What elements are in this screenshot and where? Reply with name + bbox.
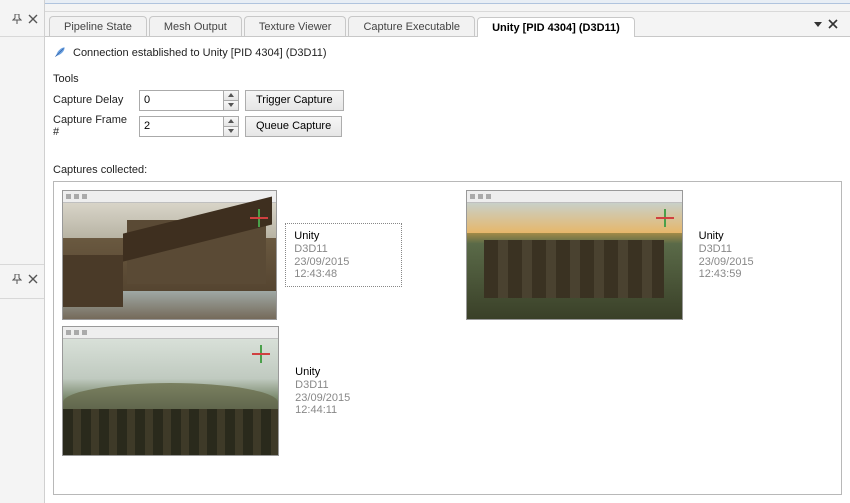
- tab-pipeline-state[interactable]: Pipeline State: [49, 16, 147, 36]
- spinner-up-icon[interactable]: [224, 91, 238, 100]
- capture-item[interactable]: Unity D3D11 23/09/2015 12:43:59: [466, 190, 806, 320]
- capture-name: Unity: [699, 230, 798, 242]
- capture-timestamp: 23/09/2015 12:44:11: [295, 392, 394, 416]
- capture-delay-input[interactable]: [140, 91, 223, 110]
- capture-frame-label: Capture Frame #: [53, 114, 133, 138]
- close-icon[interactable]: [26, 12, 40, 26]
- capture-thumbnail: [62, 326, 279, 456]
- tools-section-label: Tools: [53, 73, 842, 85]
- capture-meta: Unity D3D11 23/09/2015 12:44:11: [287, 360, 402, 422]
- capture-delay-stepper[interactable]: [139, 90, 239, 111]
- captures-list[interactable]: Unity D3D11 23/09/2015 12:43:48 Unity D: [53, 181, 842, 495]
- capture-frame-input[interactable]: [140, 117, 223, 136]
- tab-menu-dropdown-icon[interactable]: [814, 22, 822, 27]
- capture-name: Unity: [294, 230, 393, 242]
- pin-icon[interactable]: [10, 12, 24, 26]
- capture-timestamp: 23/09/2015 12:43:48: [294, 256, 393, 280]
- capture-meta: Unity D3D11 23/09/2015 12:43:48: [285, 223, 402, 287]
- tab-mesh-output[interactable]: Mesh Output: [149, 16, 242, 36]
- tab-texture-viewer[interactable]: Texture Viewer: [244, 16, 347, 36]
- close-tab-icon[interactable]: [826, 17, 840, 31]
- capture-name: Unity: [295, 366, 394, 378]
- captures-collected-label: Captures collected:: [53, 164, 842, 176]
- queue-capture-button[interactable]: Queue Capture: [245, 116, 342, 137]
- tab-bar: Pipeline State Mesh Output Texture Viewe…: [45, 12, 850, 36]
- capture-timestamp: 23/09/2015 12:43:59: [699, 256, 798, 280]
- capture-meta: Unity D3D11 23/09/2015 12:43:59: [691, 224, 806, 286]
- spinner-up-icon[interactable]: [224, 117, 238, 126]
- spinner-down-icon[interactable]: [224, 100, 238, 110]
- capture-item[interactable]: Unity D3D11 23/09/2015 12:44:11: [62, 326, 402, 456]
- connection-status-row: Connection established to Unity [PID 430…: [53, 43, 842, 63]
- capture-thumbnail: [466, 190, 683, 320]
- capture-api: D3D11: [699, 243, 798, 255]
- pin-icon[interactable]: [10, 272, 24, 286]
- trigger-capture-button[interactable]: Trigger Capture: [245, 90, 344, 111]
- capture-item[interactable]: Unity D3D11 23/09/2015 12:43:48: [62, 190, 402, 320]
- toolbar-spacer: [45, 4, 850, 12]
- capture-api: D3D11: [294, 243, 393, 255]
- spinner-down-icon[interactable]: [224, 126, 238, 136]
- capture-api: D3D11: [295, 379, 394, 391]
- close-icon[interactable]: [26, 272, 40, 286]
- left-dock-gutter: [0, 0, 45, 503]
- capture-thumbnail: [62, 190, 277, 320]
- tab-unity-process[interactable]: Unity [PID 4304] (D3D11): [477, 17, 635, 37]
- capture-frame-stepper[interactable]: [139, 116, 239, 137]
- feather-icon: [53, 45, 67, 62]
- tab-capture-executable[interactable]: Capture Executable: [348, 16, 475, 36]
- connection-status-text: Connection established to Unity [PID 430…: [73, 47, 327, 59]
- capture-delay-label: Capture Delay: [53, 94, 133, 106]
